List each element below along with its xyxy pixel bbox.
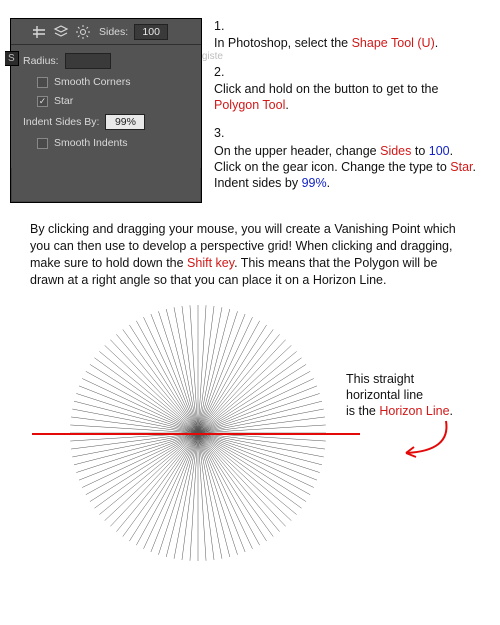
sides-input[interactable]: 100 [134, 24, 168, 40]
panel-toolbar: Sides: 100 [11, 19, 201, 45]
layers-icon[interactable] [53, 24, 69, 40]
photoshop-options-panel: Sides: 100 S giste Radius: Smooth Corner… [10, 18, 202, 203]
radius-input[interactable] [65, 53, 111, 69]
highlight: Polygon Tool [214, 98, 285, 112]
step-number: 1. [214, 18, 478, 34]
smooth-corners-checkbox[interactable] [37, 77, 48, 88]
smooth-corners-label: Smooth Corners [54, 76, 130, 88]
horizon-line [32, 433, 360, 435]
highlight: Shape Tool (U) [352, 36, 435, 50]
step-text: In Photoshop, select the Shape Tool (U). [214, 35, 478, 51]
highlight: Sides [380, 144, 411, 158]
step-number: 2. [214, 64, 478, 80]
callout-arrow [396, 421, 456, 464]
highlight: Horizon Line [379, 404, 449, 418]
step-text: Click and hold on the button to get to t… [214, 81, 478, 114]
radius-label: Radius: [23, 55, 59, 67]
sides-label: Sides: [99, 26, 128, 38]
gear-icon[interactable] [75, 24, 91, 40]
star-checkbox[interactable]: ✓ [37, 96, 48, 107]
step-number: 3. [214, 125, 478, 141]
star-label: Star [54, 95, 73, 107]
highlight: Shift key [187, 256, 234, 270]
indent-sides-label: Indent Sides By: [23, 116, 99, 128]
step-3: 3. On the upper header, change Sides to … [214, 125, 478, 191]
step-text: On the upper header, change Sides to 100… [214, 143, 478, 192]
figure-caption: This straight horizontal line is the Hor… [346, 371, 488, 420]
vanishing-point-figure: This straight horizontal line is the Hor… [0, 293, 500, 613]
steps-list: 1. In Photoshop, select the Shape Tool (… [214, 18, 478, 203]
align-icon[interactable] [31, 24, 47, 40]
step-1: 1. In Photoshop, select the Shape Tool (… [214, 18, 478, 52]
step-2: 2. Click and hold on the button to get t… [214, 64, 478, 114]
highlight: 99% [302, 176, 327, 190]
cropped-text-right: giste [202, 51, 223, 62]
smooth-indents-label: Smooth Indents [54, 137, 128, 149]
highlight: 100 [429, 144, 450, 158]
cropped-text-left: S [5, 51, 19, 66]
highlight: Star [450, 160, 472, 174]
smooth-indents-checkbox[interactable] [37, 138, 48, 149]
instruction-paragraph: By clicking and dragging your mouse, you… [0, 203, 500, 289]
indent-sides-input[interactable]: 99% [105, 114, 145, 130]
